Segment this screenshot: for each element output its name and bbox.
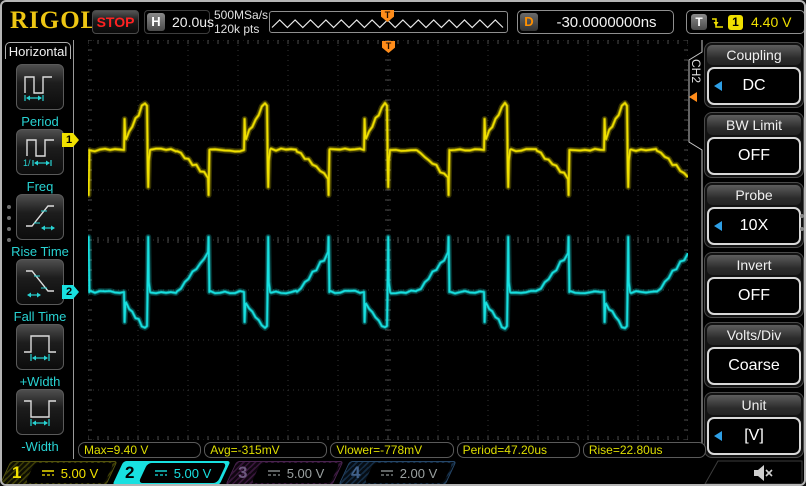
channel-menu: Coupling DC BW Limit OFF Probe 10X Inver… xyxy=(704,42,804,458)
freq-icon: 1/ xyxy=(22,135,58,169)
channel3-status[interactable]: 3 5.00 V xyxy=(231,461,338,485)
h-badge: H xyxy=(147,13,165,31)
measure-button-rise-time[interactable] xyxy=(16,194,64,240)
measure-sidebar: Period 1/ Freq Rise Time xyxy=(4,40,74,460)
ch1-ground-marker[interactable]: 1 xyxy=(62,133,79,147)
rigol-logo: RIGOL xyxy=(10,7,98,35)
blue-arrow-icon xyxy=(714,221,722,231)
svg-text:1/: 1/ xyxy=(23,158,31,168)
menu-item-volts-div[interactable]: Volts/Div Coarse xyxy=(704,322,804,388)
dc-coupling-icon xyxy=(267,468,281,478)
d-badge: D xyxy=(520,13,538,31)
menu-item-invert[interactable]: Invert OFF xyxy=(704,252,804,318)
sample-rate: 500MSa/s xyxy=(214,8,268,22)
period-icon xyxy=(22,70,58,104)
speaker-muted-icon xyxy=(754,465,772,481)
menu-item-coupling[interactable]: Coupling DC xyxy=(704,42,804,108)
trigger-level-value: 4.40 V xyxy=(751,14,791,30)
falling-edge-icon xyxy=(711,16,724,29)
t-badge: T xyxy=(691,14,707,30)
dc-coupling-icon xyxy=(380,468,394,478)
measure-button-pos-width[interactable] xyxy=(16,324,64,370)
fall-time-icon xyxy=(22,265,58,299)
delay-block[interactable]: D -30.0000000ns xyxy=(517,10,674,34)
trigger-source-badge: 1 xyxy=(728,15,743,30)
channel4-status[interactable]: 4 2.00 V xyxy=(344,461,451,485)
dc-coupling-icon xyxy=(41,468,55,478)
ch2-ground-marker[interactable]: 2 xyxy=(62,285,79,299)
waveform-display xyxy=(88,40,688,440)
menu-channel-tab: CH2 xyxy=(689,59,703,109)
neg-width-icon xyxy=(22,395,58,429)
horizontal-timebase-block[interactable]: H 20.0us xyxy=(144,10,210,34)
sidebar-page-dots xyxy=(7,198,11,249)
pos-width-icon xyxy=(22,330,58,364)
channel2-status[interactable]: 2 5.00 V xyxy=(118,461,225,485)
measurement-max: Max=9.40 V xyxy=(78,442,201,458)
measure-label-fall-time: Fall Time xyxy=(4,309,76,324)
oscilloscope-screen: RIGOL STOP H 20.0us 500MSa/s 120k pts T … xyxy=(0,0,806,486)
acquisition-info: 500MSa/s 120k pts xyxy=(214,8,268,36)
measurement-avg: Avg=-315mV xyxy=(204,442,327,458)
measurement-rise: Rise=22.80us xyxy=(583,442,706,458)
menu-item-unit[interactable]: Unit [V] xyxy=(704,392,804,458)
measure-button-fall-time[interactable] xyxy=(16,259,64,305)
measurement-period: Period=47.20us xyxy=(457,442,580,458)
menu-item-probe[interactable]: Probe 10X xyxy=(704,182,804,248)
measure-label-pos-width: +Width xyxy=(4,374,76,389)
channel1-status[interactable]: 1 5.00 V xyxy=(5,461,112,485)
blue-arrow-icon xyxy=(714,81,722,91)
run-stop-status[interactable]: STOP xyxy=(92,10,139,34)
dc-coupling-icon xyxy=(154,468,168,478)
measure-label-freq: Freq xyxy=(4,179,76,194)
measure-button-freq[interactable]: 1/ xyxy=(16,129,64,175)
measure-button-neg-width[interactable] xyxy=(16,389,64,435)
measure-label-period: Period xyxy=(4,114,76,129)
blue-arrow-icon xyxy=(714,431,722,441)
measurement-vlower: Vlower=-778mV xyxy=(330,442,453,458)
rise-time-icon xyxy=(22,200,58,234)
menu-page-dots xyxy=(800,205,804,240)
measure-label-rise-time: Rise Time xyxy=(4,244,76,259)
measurement-results-bar: Max=9.40 V Avg=-315mV Vlower=-778mV Peri… xyxy=(78,442,706,458)
sound-status[interactable] xyxy=(702,460,804,486)
measure-button-period[interactable] xyxy=(16,64,64,110)
trigger-block[interactable]: T 1 4.40 V xyxy=(686,10,805,34)
memory-depth: 120k pts xyxy=(214,22,268,36)
timebase-value: 20.0us xyxy=(172,14,214,30)
delay-value: -30.0000000ns xyxy=(540,14,673,31)
menu-item-bw-limit[interactable]: BW Limit OFF xyxy=(704,112,804,178)
measure-label-neg-width: -Width xyxy=(4,439,76,454)
